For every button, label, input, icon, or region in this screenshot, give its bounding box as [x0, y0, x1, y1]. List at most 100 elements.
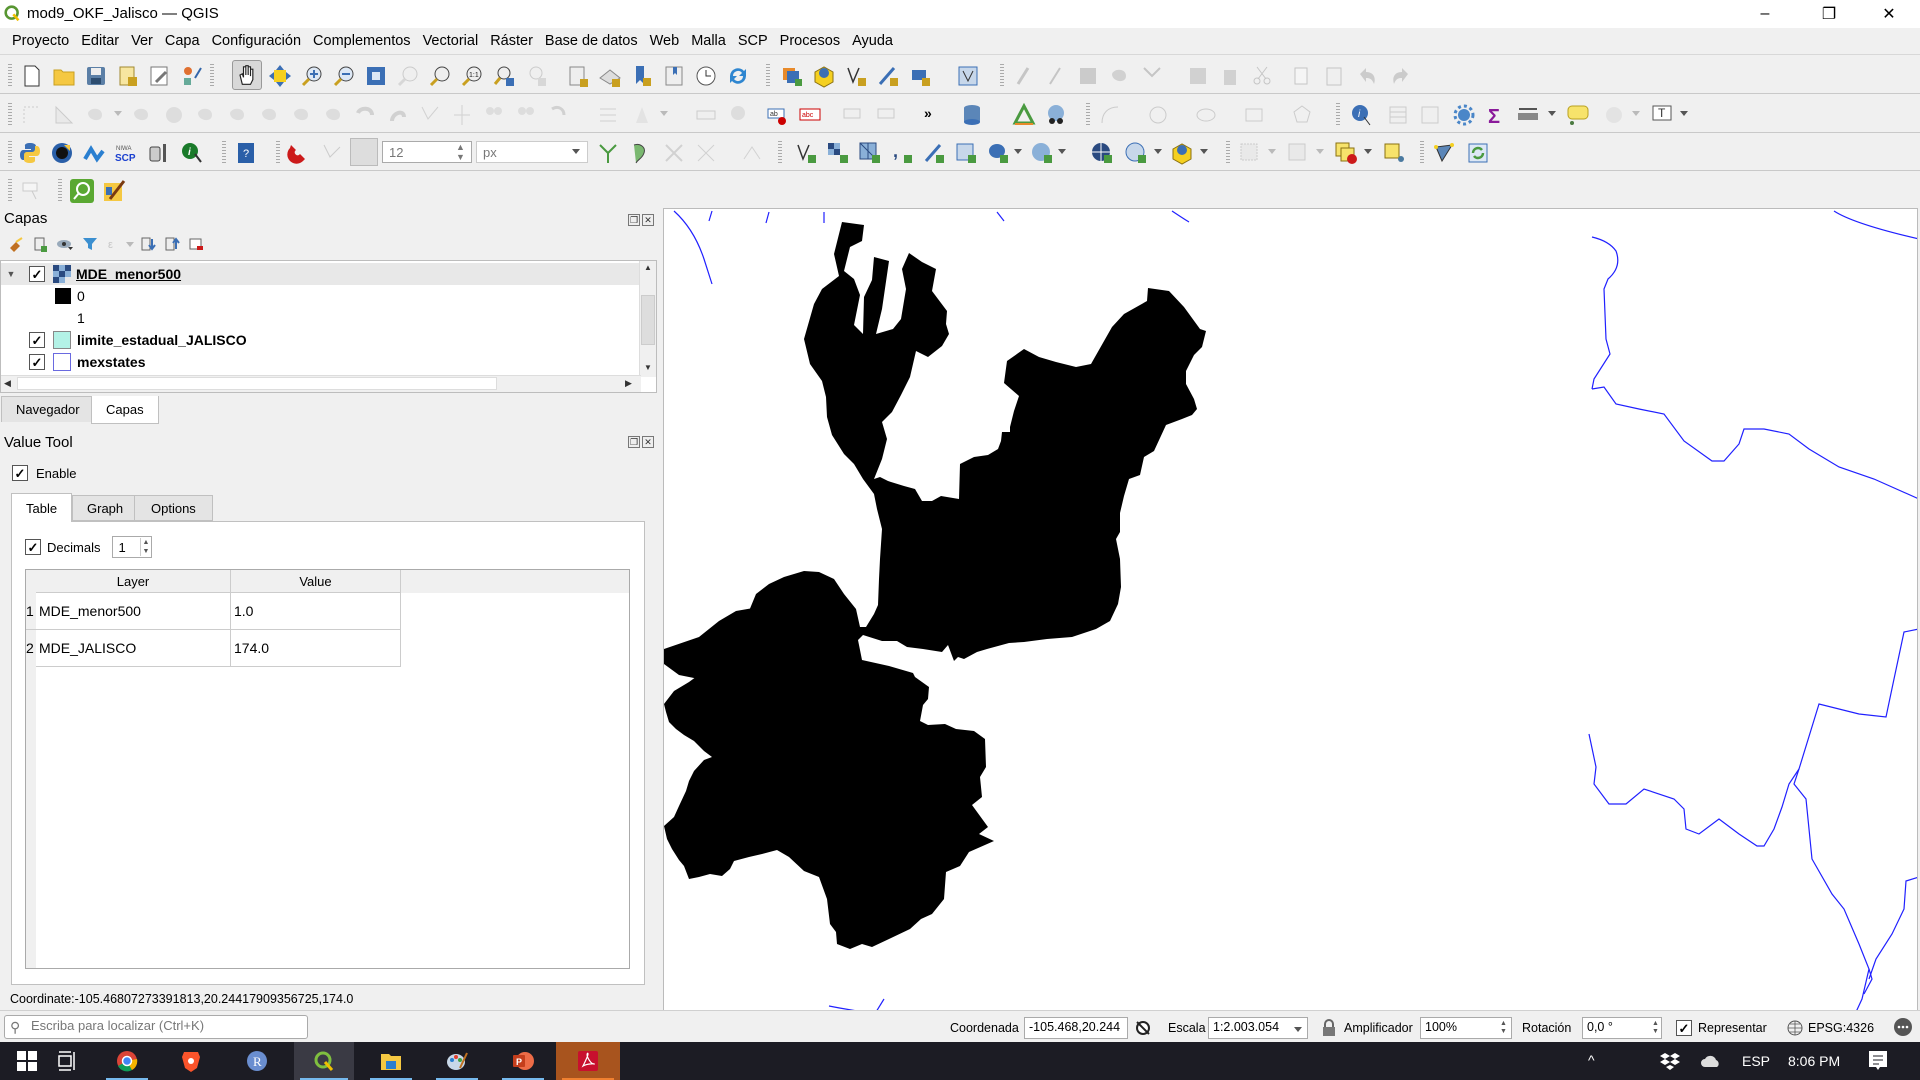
delete-selected-icon[interactable] — [1218, 64, 1242, 88]
chevron-down-icon[interactable] — [1294, 1027, 1302, 1032]
polygon-digitize-icon[interactable] — [1290, 103, 1314, 127]
simplify-feature-icon[interactable] — [162, 103, 186, 127]
snapping-type-button[interactable] — [350, 138, 378, 166]
dropdown-arrow-icon[interactable] — [1364, 149, 1372, 154]
qgis-resource-sharing-icon[interactable] — [50, 141, 74, 165]
toolbar-grip[interactable] — [1226, 141, 1230, 165]
refresh-icon[interactable] — [726, 64, 750, 88]
toolbar-grip[interactable] — [8, 141, 12, 165]
acrobat-icon[interactable] — [556, 1042, 620, 1080]
qgis-icon[interactable] — [294, 1042, 354, 1080]
layer-visibility-checkbox[interactable]: ✓ — [29, 332, 45, 348]
dropdown-arrow-icon[interactable] — [1200, 149, 1208, 154]
toolbar-grip[interactable] — [1420, 141, 1424, 165]
add-postgis-layer-icon[interactable] — [986, 141, 1010, 165]
map-rendering[interactable] — [664, 209, 1918, 1011]
style-manager-icon[interactable] — [180, 64, 204, 88]
fill-ring-icon[interactable] — [258, 103, 282, 127]
task-view-icon[interactable] — [40, 1042, 94, 1080]
menu-procesos[interactable]: Procesos — [774, 33, 846, 49]
network-plugin-icon[interactable] — [82, 141, 106, 165]
expand-toggle-icon[interactable]: ▼ — [1, 269, 21, 279]
scrollbar-thumb[interactable] — [17, 377, 497, 390]
add-spatialite-layer-icon[interactable] — [922, 141, 946, 165]
spinner-arrows-icon[interactable]: ▲ ▼ — [139, 538, 149, 556]
toolbar-grip[interactable] — [8, 64, 12, 88]
enable-advanced-digitizing-icon[interactable] — [20, 103, 44, 127]
toolbar-grip[interactable] — [8, 179, 12, 203]
toolbar-grip[interactable] — [276, 141, 280, 165]
statistical-summary-icon[interactable]: Σ — [1484, 103, 1508, 127]
new-geopackage-layer-icon[interactable] — [812, 64, 836, 88]
add-group-icon[interactable] — [32, 236, 48, 252]
layer-tree-vertical-scrollbar[interactable]: ▲ ▼ — [639, 261, 656, 377]
crs-globe-icon[interactable] — [1786, 1019, 1804, 1037]
snapping-magnet-icon[interactable] — [286, 141, 310, 165]
minimize-button[interactable]: – — [1742, 0, 1788, 28]
layer-row-limite-estadual[interactable]: ✓ limite_estadual_JALISCO — [1, 329, 641, 351]
layer-tree-horizontal-scrollbar[interactable]: ◀ ▶ — [1, 375, 641, 392]
toolbar-grip[interactable] — [1000, 64, 1004, 88]
add-mesh-layer-icon[interactable] — [858, 141, 882, 165]
enable-checkbox[interactable]: ✓ — [12, 465, 28, 481]
self-snapping-icon[interactable] — [694, 141, 718, 165]
collapse-all-icon[interactable] — [164, 236, 180, 252]
toolbar-grip[interactable] — [222, 141, 226, 165]
deselect-all-icon[interactable] — [1334, 141, 1358, 165]
select-by-location-icon[interactable] — [1382, 141, 1406, 165]
snapping-mode-icon[interactable] — [320, 141, 344, 165]
locator-search-input[interactable]: Escriba para localizar (Ctrl+K) — [4, 1015, 308, 1039]
trim-extend-icon[interactable] — [450, 103, 474, 127]
brave-icon[interactable] — [164, 1042, 218, 1080]
add-wcs-layer-icon[interactable] — [1090, 141, 1114, 165]
dropdown-arrow-icon[interactable] — [1316, 149, 1324, 154]
save-project-icon[interactable] — [84, 64, 108, 88]
messages-icon[interactable] — [1892, 1017, 1914, 1039]
map-tips-icon[interactable] — [1566, 103, 1590, 127]
digitize-triangle-icon[interactable] — [52, 103, 76, 127]
new-map-view-icon[interactable] — [566, 64, 590, 88]
add-feature-icon[interactable] — [1108, 64, 1132, 88]
processing-toolbox-icon[interactable] — [1452, 103, 1476, 127]
undo-icon[interactable] — [1356, 64, 1380, 88]
paint-icon[interactable] — [430, 1042, 484, 1080]
scroll-up-icon[interactable]: ▲ — [644, 263, 652, 272]
identify-features-icon[interactable]: i — [1350, 103, 1374, 127]
remove-layer-icon[interactable] — [188, 236, 204, 252]
new-geopackage-icon[interactable] — [1170, 141, 1194, 165]
select-by-expression-icon[interactable] — [1286, 141, 1310, 165]
field-calculator-icon[interactable] — [1418, 103, 1442, 127]
new-print-layout-icon[interactable] — [116, 64, 140, 88]
move-feature-icon[interactable] — [84, 103, 108, 127]
layer-row-mexstates[interactable]: ✓ mexstates — [1, 351, 641, 373]
processing-robot-icon[interactable] — [146, 141, 170, 165]
maximize-button[interactable]: ❐ — [1806, 0, 1852, 28]
toolbar-grip[interactable] — [58, 179, 62, 203]
metasearch-icon[interactable] — [1044, 103, 1068, 127]
rectangle-digitize-icon[interactable] — [1242, 103, 1266, 127]
data-source-manager-icon[interactable] — [780, 64, 804, 88]
highlight-labels-icon[interactable]: abc — [798, 103, 822, 127]
db-manager-icon[interactable] — [960, 103, 984, 127]
zoom-to-layer-icon[interactable] — [428, 64, 452, 88]
column-header-layer[interactable]: Layer — [36, 570, 231, 593]
new-shapefile-layer-icon[interactable] — [844, 64, 868, 88]
scroll-right-icon[interactable]: ▶ — [625, 378, 632, 389]
pin-labels-icon[interactable] — [842, 103, 866, 127]
tab-options[interactable]: Options — [134, 495, 213, 521]
toolbar-grip[interactable] — [1086, 103, 1090, 127]
new-project-icon[interactable] — [20, 64, 44, 88]
manage-map-themes-icon[interactable] — [56, 236, 74, 252]
toolbar-grip[interactable] — [210, 64, 214, 88]
dropdown-arrow-icon[interactable] — [126, 242, 134, 247]
tab-navegador[interactable]: Navegador — [1, 396, 95, 422]
clock[interactable]: 8:06 PM — [1788, 1053, 1840, 1069]
add-delimited-text-layer-icon[interactable]: , — [890, 141, 914, 165]
expand-all-icon[interactable] — [140, 236, 156, 252]
layout-manager-icon[interactable] — [148, 64, 172, 88]
help-icon[interactable]: ? — [234, 141, 258, 165]
close-panel-icon[interactable]: ✕ — [642, 214, 654, 226]
open-attribute-table-icon[interactable] — [1386, 103, 1410, 127]
tab-table[interactable]: Table — [11, 493, 73, 522]
menu-proyecto[interactable]: Proyecto — [6, 33, 75, 49]
